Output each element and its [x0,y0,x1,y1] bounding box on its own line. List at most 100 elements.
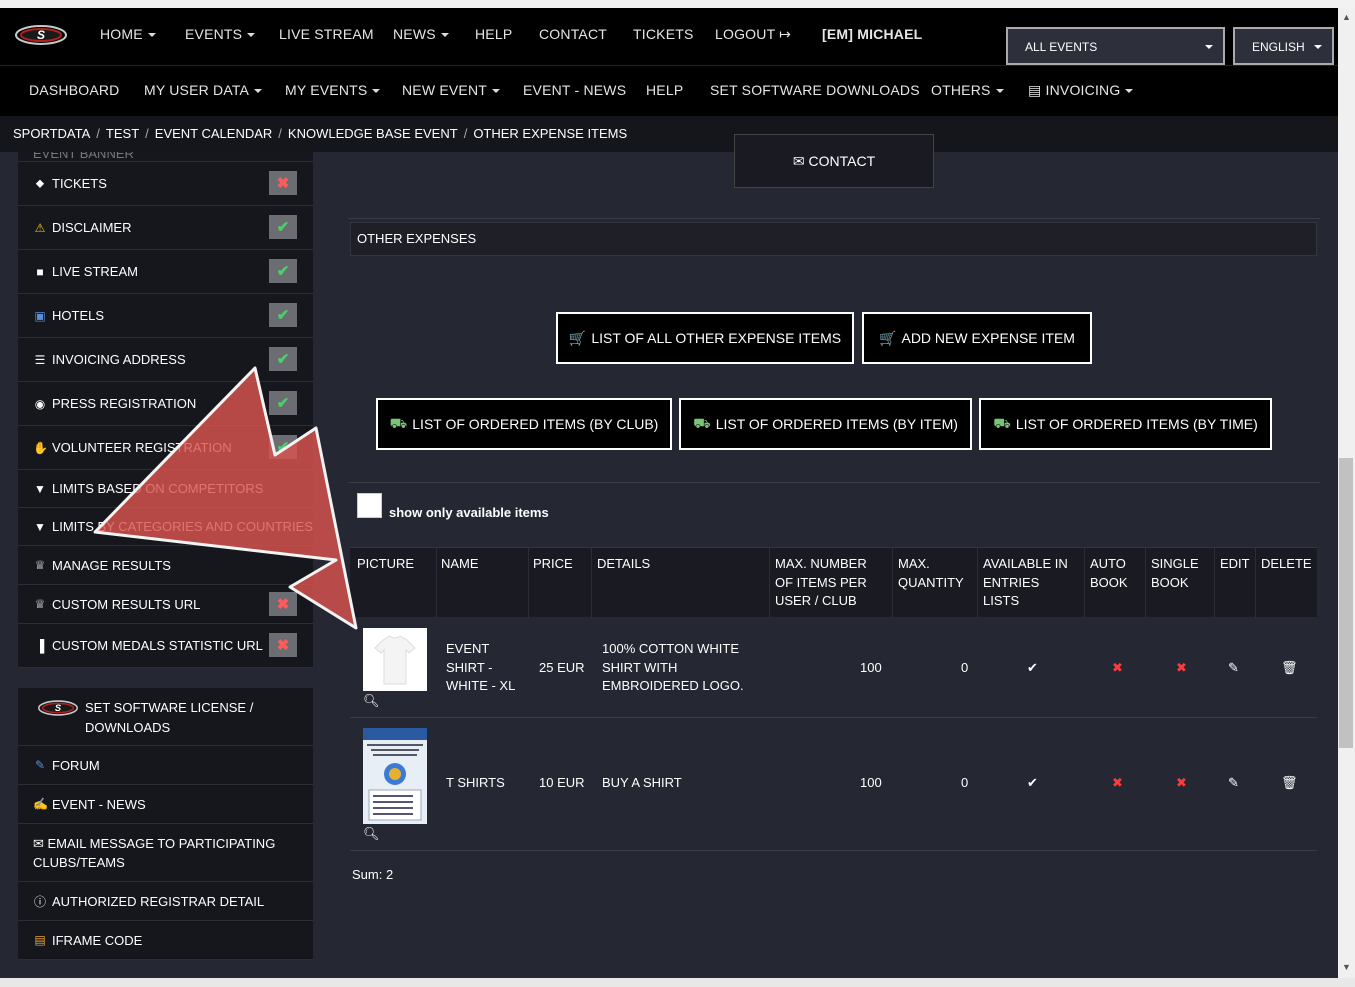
nav-events[interactable]: EVENTS [185,26,256,42]
document-icon: ☰ [34,352,46,367]
subnav-dashboard[interactable]: DASHBOARD [29,82,119,98]
available-items-label: show only available items [389,505,549,520]
sidebar-item-label: FORUM [52,757,100,773]
subnav-invoicing[interactable]: ▤ INVOICING [1028,82,1134,99]
scroll-down-icon[interactable]: ▼ [1342,962,1351,972]
subnav-my-user-data[interactable]: MY USER DATA [144,82,263,98]
sidebar-item-live-stream[interactable]: ■ LIVE STREAM ✔ [18,250,313,294]
contact-button[interactable]: ✉ CONTACT [734,134,934,188]
col-delete: DELETE [1261,556,1312,571]
sidebar-item-forum[interactable]: ✎ FORUM [18,746,313,785]
table-row: 🔍︎ EVENT SHIRT - WHITE - XL 25 EUR 100% … [350,617,1317,718]
col-auto-book[interactable]: AUTO BOOK [1090,555,1140,592]
col-max-quantity[interactable]: MAX. QUANTITY [898,555,973,592]
trash-icon[interactable]: 🗑︎ [1281,774,1298,793]
sidebar-item-label: LIVE STREAM [52,264,138,279]
available-items-checkbox[interactable] [357,493,382,518]
shipping-icon: ⛟ [693,414,711,431]
sub-navbar: DASHBOARD MY USER DATA MY EVENTS NEW EVE… [0,65,1338,116]
item-name: EVENT SHIRT - WHITE - XL [446,641,516,693]
section-title: OTHER EXPENSES [350,222,1317,256]
ordered-by-item-button[interactable]: ⛟ LIST OF ORDERED ITEMS (BY ITEM) [679,398,972,450]
sidebar-item-email-message[interactable]: ✉ EMAIL MESSAGE TO PARTICIPATING CLUBS/T… [18,824,313,882]
ordered-by-time-button[interactable]: ⛟ LIST OF ORDERED ITEMS (BY TIME) [979,398,1272,450]
item-name: T SHIRTS [446,775,505,790]
sidebar-item-event-news[interactable]: ✍ EVENT - NEWS [18,785,313,824]
item-picture[interactable] [363,728,427,824]
envelope-icon: ✉ [792,152,809,169]
breadcrumb-sportdata[interactable]: SPORTDATA [13,126,90,141]
add-expense-item-button[interactable]: 🛒 ADD NEW EXPENSE ITEM [862,312,1092,364]
subnav-software-downloads[interactable]: SET SOFTWARE DOWNLOADS [710,82,920,98]
zoom-icon[interactable]: 🔍︎ [363,826,380,842]
nav-live-stream[interactable]: LIVE STREAM [279,26,374,42]
nav-news[interactable]: NEWS [393,26,449,42]
col-single-book[interactable]: SINGLE BOOK [1151,555,1206,592]
sidebar-item-software-license[interactable]: S SET SOFTWARE LICENSE / DOWNLOADS [18,688,313,746]
sidebar-item-disclaimer[interactable]: ⚠ DISCLAIMER ✔ [18,206,313,250]
status-check-icon: ✔ [269,215,297,239]
col-edit: EDIT [1220,556,1250,571]
sportdata-logo[interactable]: S [14,22,68,48]
nav-logout[interactable]: LOGOUT ↦ [715,26,791,43]
scroll-up-icon[interactable]: ▲ [1342,12,1351,22]
sidebar-item-invoicing-address[interactable]: ☰ INVOICING ADDRESS ✔ [18,338,313,382]
sidebar-item-custom-medals-url[interactable]: ▐ CUSTOM MEDALS STATISTIC URL ✖ [18,624,313,668]
poster-image [363,728,427,821]
subnav-my-events[interactable]: MY EVENTS [285,82,381,98]
col-picture[interactable]: PICTURE [357,555,414,574]
cross-icon: ✖ [1112,775,1123,790]
edit-icon[interactable]: ✎ [1228,774,1239,793]
ticket-icon: ⬥ [35,176,45,190]
nav-help[interactable]: HELP [475,26,512,42]
sidebar-item-event-banner[interactable]: EVENT BANNER [18,152,313,162]
sidebar-item-tickets[interactable]: ⬥ TICKETS ✖ [18,162,313,206]
sidebar-item-limits-categories[interactable]: ▼ LIMITS BY CATEGORIES AND COUNTRIES [18,508,313,546]
item-picture[interactable] [363,628,427,691]
sidebar-item-volunteer-registration[interactable]: ✋ VOLUNTEER REGISTRATION ✔ [18,426,313,470]
event-select[interactable]: ALL EVENTS [1006,27,1225,65]
subnav-event-news[interactable]: EVENT - NEWS [523,82,626,98]
subnav-help[interactable]: HELP [646,82,683,98]
sidebar-item-label: LIMITS BY CATEGORIES AND COUNTRIES [52,519,313,534]
shipping-icon: ⛟ [993,414,1011,431]
subnav-my-user-data-label: MY USER DATA [144,82,250,98]
status-check-icon: ✔ [269,259,297,283]
list-all-expense-items-button[interactable]: 🛒 LIST OF ALL OTHER EXPENSE ITEMS [556,312,854,364]
col-details[interactable]: DETAILS [597,555,650,574]
sidebar-item-custom-results-url[interactable]: ♕ CUSTOM RESULTS URL ✖ [18,585,313,624]
status-cross-icon: ✖ [269,633,297,657]
edit-icon[interactable]: ✎ [1228,659,1239,678]
breadcrumb-test[interactable]: TEST [106,126,139,141]
zoom-icon[interactable]: 🔍︎ [363,693,380,709]
nav-tickets[interactable]: TICKETS [633,26,694,42]
horizontal-scrollbar[interactable] [0,978,1355,987]
subnav-others[interactable]: OTHERS [931,82,1004,98]
sidebar-item-hotels[interactable]: ▣ HOTELS ✔ [18,294,313,338]
sidebar-item-label: DISCLAIMER [52,220,132,235]
shipping-icon: ⛟ [389,414,408,431]
sidebar-item-label: MANAGE RESULTS [52,557,171,573]
breadcrumb-event-calendar[interactable]: EVENT CALENDAR [155,126,273,141]
sidebar-item-authorized-registrar[interactable]: ⓘ AUTHORIZED REGISTRAR DETAIL [18,882,313,921]
sidebar-item-iframe-code[interactable]: ▤ IFRAME CODE [18,921,313,960]
scrollbar-thumb[interactable] [1339,458,1353,748]
sidebar-item-limits-competitors[interactable]: ▼ LIMITS BASED ON COMPETITORS [18,470,313,508]
sportdata-logo-icon: S [33,698,85,716]
nav-user[interactable]: [EM] MICHAEL [822,26,922,42]
ordered-by-club-button[interactable]: ⛟ LIST OF ORDERED ITEMS (BY CLUB) [376,398,672,450]
col-available[interactable]: AVAILABLE IN ENTRIES LISTS [983,555,1078,611]
language-select[interactable]: ENGLISH [1233,27,1334,65]
sidebar-item-manage-results[interactable]: ♕ MANAGE RESULTS [18,546,313,585]
subnav-new-event[interactable]: NEW EVENT [402,82,501,98]
col-name[interactable]: NAME [441,555,479,574]
nav-contact[interactable]: CONTACT [539,26,607,42]
col-price[interactable]: PRICE [533,555,573,574]
window-top-strip [0,0,1355,8]
col-max-per-user[interactable]: MAX. NUMBER OF ITEMS PER USER / CLUB [775,555,885,611]
breadcrumb-knowledge-base-event[interactable]: KNOWLEDGE BASE EVENT [288,126,458,141]
sidebar-item-label: PRESS REGISTRATION [52,396,197,411]
trash-icon[interactable]: 🗑︎ [1281,659,1298,678]
nav-home[interactable]: HOME [100,26,156,42]
sidebar-item-press-registration[interactable]: ◉ PRESS REGISTRATION ✔ [18,382,313,426]
